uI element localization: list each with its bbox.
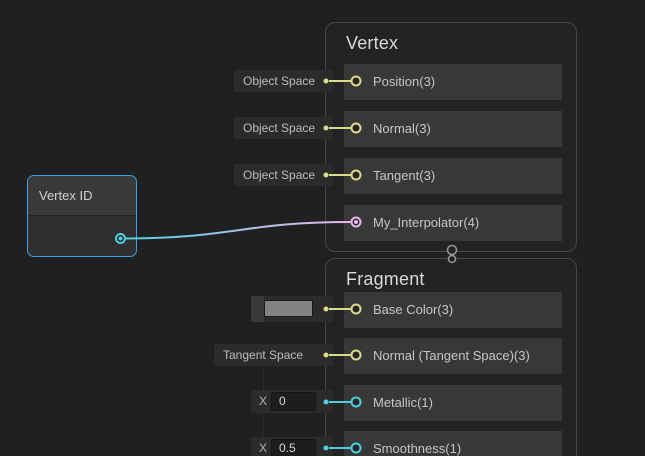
my-interpolator-port-dot (354, 220, 358, 224)
edge-and-port-layer (0, 0, 645, 456)
shader-graph-canvas[interactable]: Vertex Position(3) Normal(3) Tangent(3) … (0, 0, 645, 456)
tangent-port[interactable] (352, 171, 361, 180)
position-port[interactable] (352, 77, 361, 86)
normal-tangent-space-port[interactable] (352, 351, 361, 360)
metallic-port[interactable] (352, 398, 361, 407)
widget-port-dot (324, 173, 329, 178)
out-port-dot (119, 237, 123, 241)
smoothness-port[interactable] (352, 444, 361, 453)
context-separator-handle-top[interactable] (448, 246, 457, 255)
base-color-port[interactable] (352, 305, 361, 314)
context-separator-handle-bottom[interactable] (449, 256, 456, 263)
widget-port-dot (324, 126, 329, 131)
widget-port-dot (324, 400, 329, 405)
widget-port-dot (324, 353, 329, 358)
edge-vertexid-to-interpolator[interactable] (121, 222, 351, 239)
widget-port-dot (324, 79, 329, 84)
widget-port-dot (324, 307, 329, 312)
normal-port[interactable] (352, 124, 361, 133)
widget-port-dot (324, 446, 329, 451)
